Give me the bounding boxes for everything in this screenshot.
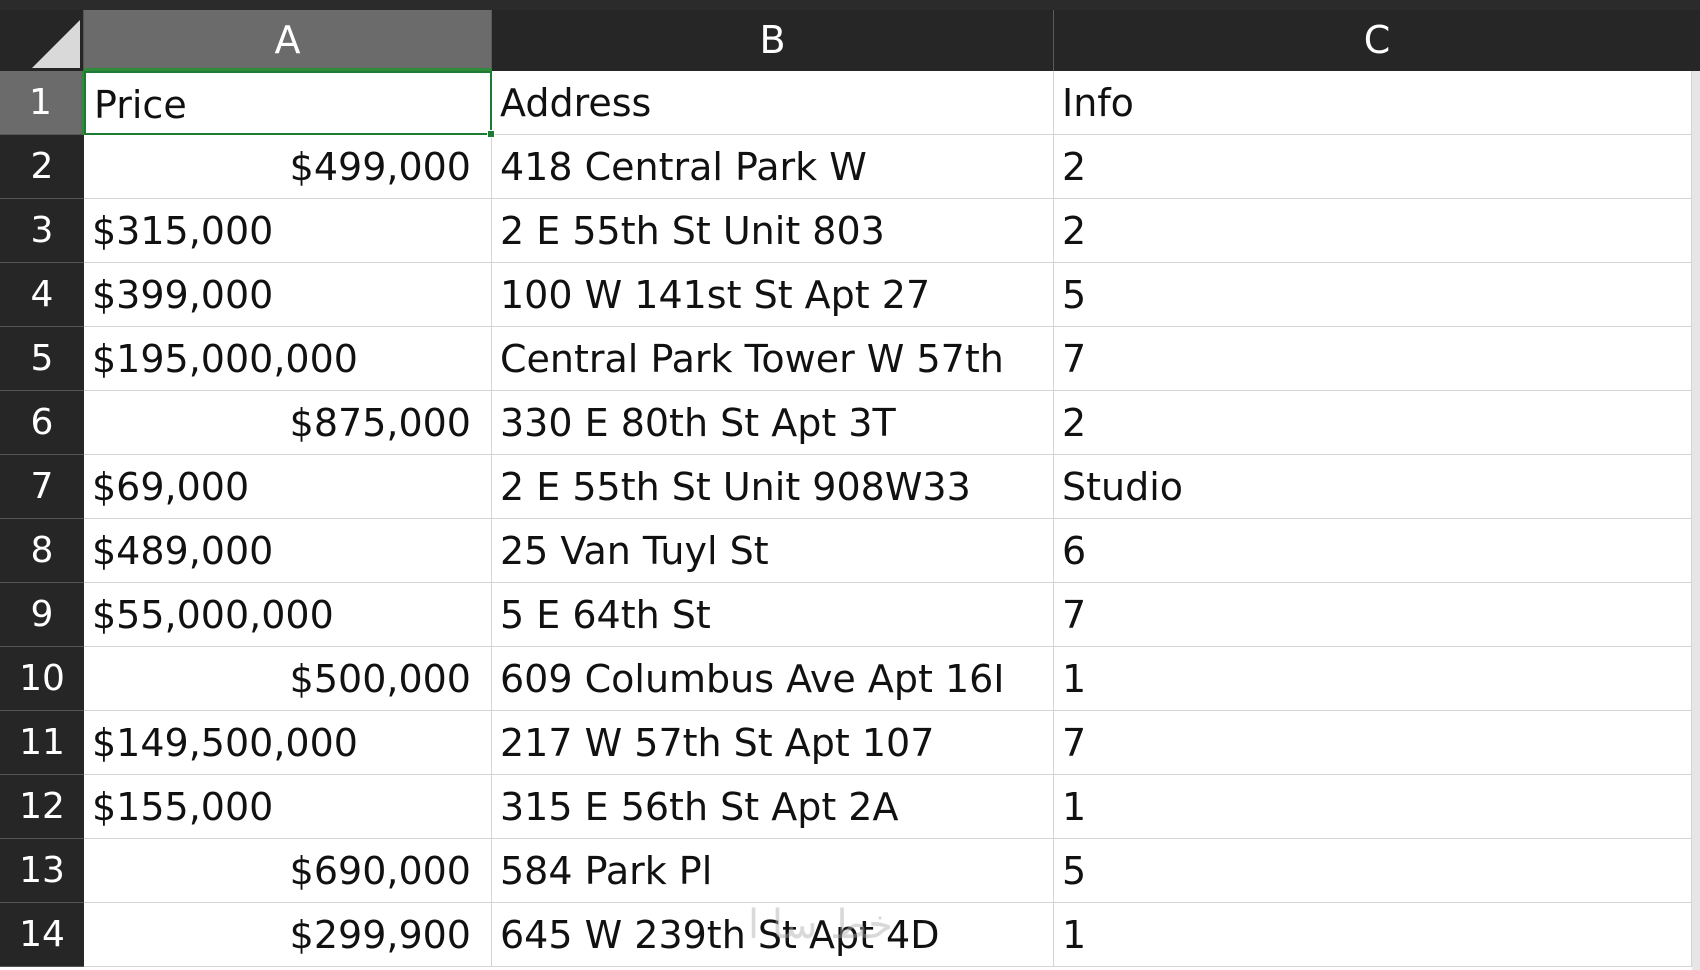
cell-b1[interactable]: Address [492, 71, 1054, 135]
cell-a2[interactable]: $499,000 [84, 135, 492, 199]
cell-b9[interactable]: 5 E 64th St [492, 583, 1054, 647]
cell-c2[interactable]: 2 [1054, 135, 1692, 199]
cell-b6[interactable]: 330 E 80th St Apt 3T [492, 391, 1054, 455]
row-header-8[interactable]: 8 [0, 519, 84, 583]
cell-a6[interactable]: $875,000 [84, 391, 492, 455]
cell-b7[interactable]: 2 E 55th St Unit 908W33 [492, 455, 1054, 519]
cell-a13[interactable]: $690,000 [84, 839, 492, 903]
cell-b13[interactable]: 584 Park Pl [492, 839, 1054, 903]
top-strip [0, 0, 1700, 10]
cell-c6[interactable]: 2 [1054, 391, 1692, 455]
cell-a9[interactable]: $55,000,000 [84, 583, 492, 647]
cell-b12[interactable]: 315 E 56th St Apt 2A [492, 775, 1054, 839]
cell-a5[interactable]: $195,000,000 [84, 327, 492, 391]
row-header-7[interactable]: 7 [0, 455, 84, 519]
cell-a10[interactable]: $500,000 [84, 647, 492, 711]
cell-a7[interactable]: $69,000 [84, 455, 492, 519]
row-header-1[interactable]: 1 [0, 71, 84, 135]
column-header-c[interactable]: C [1054, 10, 1700, 71]
spreadsheet: A B C 1 Price Address Info 2 $499,000 418 Cent… [0, 0, 1700, 970]
cell-a4[interactable]: $399,000 [84, 263, 492, 327]
cell-b8[interactable]: 25 Van Tuyl St [492, 519, 1054, 583]
cell-a8[interactable]: $489,000 [84, 519, 492, 583]
cell-b14[interactable]: 645 W 239th St Apt 4D [492, 903, 1054, 967]
cell-a11[interactable]: $149,500,000 [84, 711, 492, 775]
row-header-4[interactable]: 4 [0, 263, 84, 327]
fill-handle[interactable] [487, 130, 495, 138]
row-header-12[interactable]: 12 [0, 775, 84, 839]
column-header-a[interactable]: A [84, 10, 492, 71]
row-header-3[interactable]: 3 [0, 199, 84, 263]
cell-a1[interactable]: Price [84, 71, 492, 135]
cell-b10[interactable]: 609 Columbus Ave Apt 16I [492, 647, 1054, 711]
cell-c14[interactable]: 1 [1054, 903, 1692, 967]
cell-c13[interactable]: 5 [1054, 839, 1692, 903]
cell-c11[interactable]: 7 [1054, 711, 1692, 775]
select-all-button[interactable] [0, 10, 84, 71]
row-header-9[interactable]: 9 [0, 583, 84, 647]
cell-c1[interactable]: Info [1054, 71, 1692, 135]
row-header-11[interactable]: 11 [0, 711, 84, 775]
row-header-10[interactable]: 10 [0, 647, 84, 711]
cell-a12[interactable]: $155,000 [84, 775, 492, 839]
cell-a14[interactable]: $299,900 [84, 903, 492, 967]
row-header-6[interactable]: 6 [0, 391, 84, 455]
cell-b3[interactable]: 2 E 55th St Unit 803 [492, 199, 1054, 263]
cell-c3[interactable]: 2 [1054, 199, 1692, 263]
row-header-2[interactable]: 2 [0, 135, 84, 199]
cell-b5[interactable]: Central Park Tower W 57th [492, 327, 1054, 391]
cell-c8[interactable]: 6 [1054, 519, 1692, 583]
cell-c10[interactable]: 1 [1054, 647, 1692, 711]
cell-b2[interactable]: 418 Central Park W [492, 135, 1054, 199]
cell-a3[interactable]: $315,000 [84, 199, 492, 263]
cell-c9[interactable]: 7 [1054, 583, 1692, 647]
row-header-13[interactable]: 13 [0, 839, 84, 903]
cell-c5[interactable]: 7 [1054, 327, 1692, 391]
select-all-triangle-icon [32, 20, 80, 68]
cell-c4[interactable]: 5 [1054, 263, 1692, 327]
column-header-b[interactable]: B [492, 10, 1054, 71]
row-header-14[interactable]: 14 [0, 903, 84, 967]
cell-c12[interactable]: 1 [1054, 775, 1692, 839]
cell-c7[interactable]: Studio [1054, 455, 1692, 519]
vertical-scrollbar[interactable] [1692, 71, 1700, 970]
cell-b11[interactable]: 217 W 57th St Apt 107 [492, 711, 1054, 775]
row-header-5[interactable]: 5 [0, 327, 84, 391]
cell-b4[interactable]: 100 W 141st St Apt 27 [492, 263, 1054, 327]
